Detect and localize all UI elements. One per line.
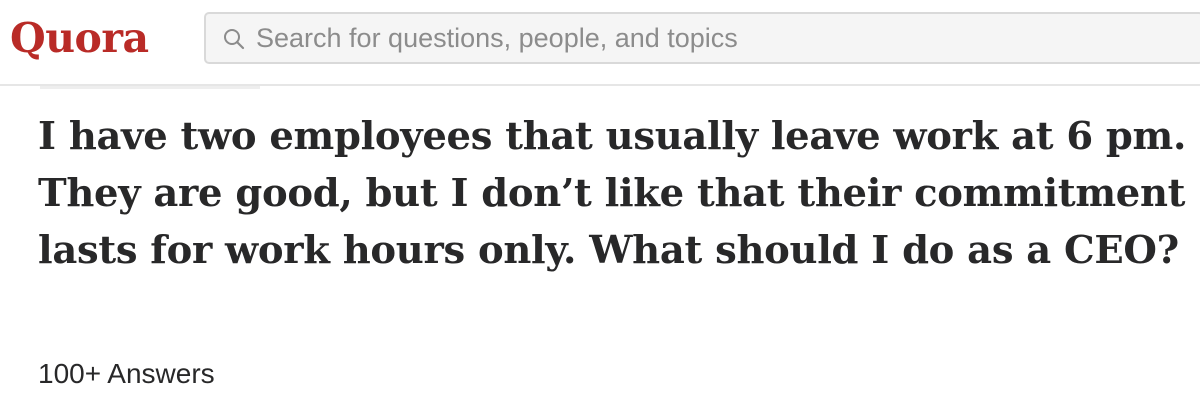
page: Quora I have two employees that usually …: [0, 0, 1200, 401]
answer-count: 100+ Answers: [38, 358, 215, 389]
search-input[interactable]: [256, 14, 1156, 62]
quora-logo[interactable]: Quora: [10, 10, 149, 66]
search-bar[interactable]: [204, 12, 1200, 64]
question-title[interactable]: I have two employees that usually leave …: [38, 108, 1188, 279]
top-header: Quora: [0, 0, 1200, 86]
header-divider: [40, 86, 260, 89]
search-icon: [224, 29, 245, 50]
